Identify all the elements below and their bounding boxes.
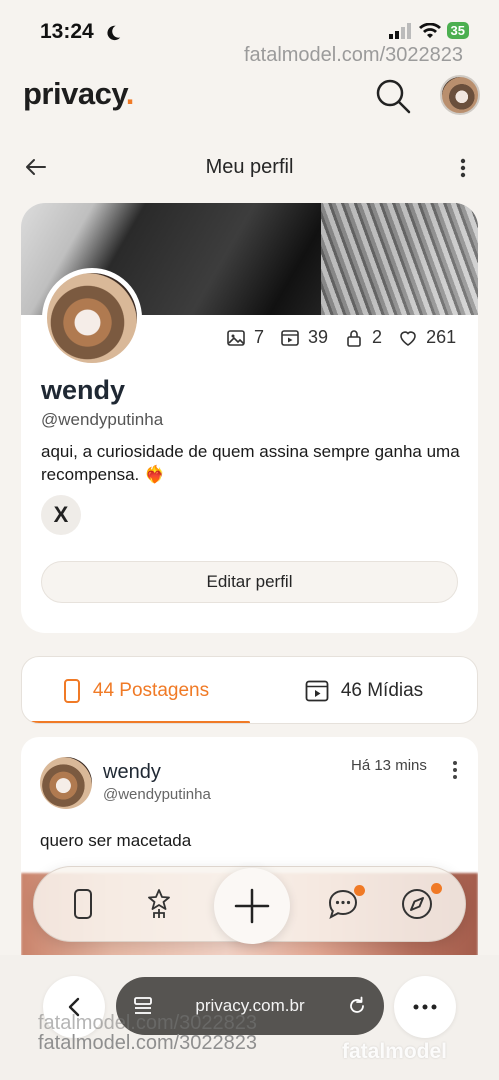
reload-icon[interactable]	[346, 995, 368, 1017]
status-indicators: 35	[388, 22, 469, 39]
video-icon	[305, 680, 329, 702]
heart-on-fire-emoji: ❤️‍🔥	[144, 465, 166, 484]
user-avatar[interactable]	[440, 75, 480, 115]
lock-icon	[347, 329, 361, 347]
post-text: quero ser macetada	[40, 831, 192, 850]
edit-profile-button[interactable]: Editar perfil	[41, 561, 458, 603]
explore-notification-dot	[431, 883, 442, 894]
video-icon	[281, 329, 299, 346]
active-tab-indicator	[22, 721, 250, 723]
watermark-top: fatalmodel.com/3022823	[243, 44, 463, 66]
profile-stats: 7 39 2 261	[226, 327, 456, 348]
post-options-icon[interactable]	[449, 759, 461, 781]
bio: aqui, a curiosidade de quem assina sempr…	[41, 442, 460, 484]
heart-icon	[400, 330, 416, 346]
display-name: wendy	[41, 375, 126, 405]
wifi-icon	[418, 22, 441, 38]
post-avatar[interactable]	[40, 757, 92, 809]
phone-icon	[63, 679, 80, 703]
chat-notification-dot	[354, 885, 365, 896]
search-icon[interactable]	[374, 77, 412, 115]
more-options-icon[interactable]	[455, 157, 471, 179]
battery-indicator: 35	[446, 22, 469, 39]
browser-menu-button[interactable]	[394, 976, 456, 1038]
content-tabs: 44 Postagens 46 Mídias	[21, 656, 478, 724]
stat-videos: 39	[280, 327, 328, 348]
profile-card: 7 39 2 261 wendy @wendyputinha aqui, a c…	[21, 203, 478, 633]
stat-photos: 7	[226, 327, 264, 348]
x-social-button[interactable]: X	[41, 495, 81, 535]
username: @wendyputinha	[41, 410, 164, 429]
tab-media[interactable]: 46 Mídias	[250, 657, 477, 723]
post-author-name[interactable]: wendy	[103, 761, 161, 784]
post-timestamp: Há 13 mins	[351, 757, 427, 774]
plus-icon	[234, 888, 270, 924]
post-author-username: @wendyputinha	[103, 786, 211, 803]
star-person-icon[interactable]	[142, 887, 176, 921]
x-icon: X	[53, 502, 69, 527]
signal-icon	[388, 22, 411, 39]
profile-avatar[interactable]	[42, 268, 142, 368]
stat-locked: 2	[344, 327, 382, 348]
feed-icon[interactable]	[66, 887, 100, 921]
watermark-brand: fatalmodel	[342, 1040, 448, 1063]
image-icon	[227, 329, 245, 346]
tab-posts[interactable]: 44 Postagens	[22, 657, 250, 723]
privacy-logo[interactable]: privacy.	[23, 76, 134, 112]
cover-image-texture	[321, 203, 478, 315]
page-title: Meu perfil	[205, 156, 294, 178]
create-post-button[interactable]	[214, 868, 290, 944]
stat-likes: 261	[398, 327, 456, 348]
status-time: 13:24	[40, 20, 94, 43]
watermark-bottom: fatalmodel.com/3022823	[38, 1032, 258, 1054]
more-horizontal-icon	[413, 1004, 437, 1010]
bottom-navigation	[33, 866, 466, 944]
compass-icon[interactable]	[400, 887, 434, 921]
moon-icon	[107, 25, 121, 41]
